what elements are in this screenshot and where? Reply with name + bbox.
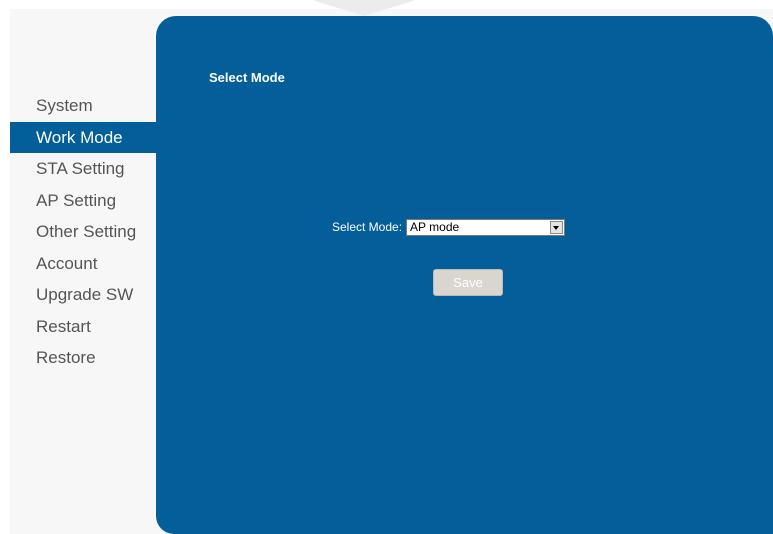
header-decoration (312, 0, 416, 16)
sidebar-item-system[interactable]: System (10, 90, 157, 122)
select-mode-row: Select Mode: AP mode (332, 218, 566, 236)
sidebar-item-account[interactable]: Account (10, 248, 157, 280)
sidebar-item-restart[interactable]: Restart (10, 311, 157, 343)
sidebar-nav: System Work Mode STA Setting AP Setting … (10, 90, 157, 374)
main-panel: Select Mode Select Mode: AP mode Save (156, 16, 773, 534)
sidebar-item-other-setting[interactable]: Other Setting (10, 216, 157, 248)
sidebar-item-restore[interactable]: Restore (10, 342, 157, 374)
select-mode-label: Select Mode: (332, 220, 403, 234)
save-button[interactable]: Save (433, 269, 503, 296)
page-title: Select Mode (209, 70, 285, 85)
sidebar-item-work-mode[interactable]: Work Mode (10, 121, 157, 153)
sidebar-item-ap-setting[interactable]: AP Setting (10, 185, 157, 217)
select-mode-dropdown[interactable]: AP mode (406, 218, 566, 236)
dropdown-arrow-icon[interactable] (550, 220, 564, 234)
sidebar-item-upgrade-sw[interactable]: Upgrade SW (10, 279, 157, 311)
sidebar-item-sta-setting[interactable]: STA Setting (10, 153, 157, 185)
select-mode-value: AP mode (410, 219, 460, 234)
